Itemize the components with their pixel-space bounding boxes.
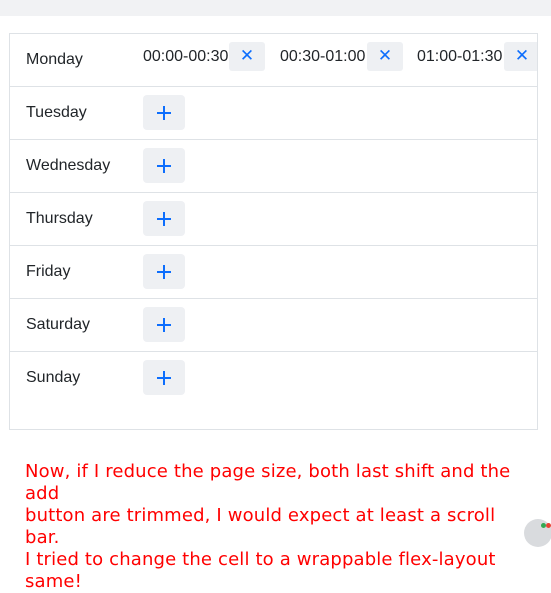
note-line: Now, if I reduce the page size, both las… xyxy=(25,461,511,504)
annotation-note: Now, if I reduce the page size, both las… xyxy=(25,461,535,593)
day-label: Tuesday xyxy=(26,104,87,121)
close-icon: ✕ xyxy=(377,46,393,66)
add-shift-button[interactable] xyxy=(143,201,185,236)
plus-icon xyxy=(157,264,171,279)
plus-icon xyxy=(157,211,171,226)
schedule-row-sunday: Sunday xyxy=(10,352,537,405)
schedule-row-monday: Monday 00:00-00:30 ✕ 00:30-01:00 ✕ 01:00… xyxy=(10,34,537,87)
note-line: button are trimmed, I would expect at le… xyxy=(25,505,496,548)
plus-icon xyxy=(157,317,171,332)
schedule-row-tuesday: Tuesday xyxy=(10,87,537,140)
day-label: Saturday xyxy=(26,316,91,333)
shift-time: 00:00-00:30 xyxy=(143,48,229,65)
add-shift-button[interactable] xyxy=(143,254,185,289)
top-toolbar-strip xyxy=(0,0,551,16)
remove-shift-button[interactable]: ✕ xyxy=(367,42,403,71)
weekly-schedule-table: Monday 00:00-00:30 ✕ 00:30-01:00 ✕ 01:00… xyxy=(9,33,538,430)
day-label: Wednesday xyxy=(26,157,111,174)
schedule-row-friday: Friday xyxy=(10,246,537,299)
floating-widget-icon[interactable] xyxy=(524,519,551,547)
day-label: Thursday xyxy=(26,210,93,227)
add-shift-button[interactable] xyxy=(143,360,185,395)
plus-icon xyxy=(157,370,171,385)
shift-time: 00:30-01:00 xyxy=(280,48,366,65)
shift-time: 01:00-01:30 xyxy=(417,48,503,65)
add-shift-button[interactable] xyxy=(143,307,185,342)
plus-icon xyxy=(157,158,171,173)
schedule-row-saturday: Saturday xyxy=(10,299,537,352)
add-shift-button[interactable] xyxy=(143,95,185,130)
status-dot xyxy=(546,523,551,528)
plus-icon xyxy=(157,105,171,120)
day-label: Sunday xyxy=(26,369,81,386)
day-label: Monday xyxy=(26,51,83,68)
schedule-row-thursday: Thursday xyxy=(10,193,537,246)
day-label: Friday xyxy=(26,263,71,280)
add-shift-button[interactable] xyxy=(143,148,185,183)
close-icon: ✕ xyxy=(514,46,530,66)
remove-shift-button[interactable]: ✕ xyxy=(504,42,537,71)
schedule-row-wednesday: Wednesday xyxy=(10,140,537,193)
close-icon: ✕ xyxy=(239,46,255,66)
remove-shift-button[interactable]: ✕ xyxy=(229,42,265,71)
note-line: I tried to change the cell to a wrappabl… xyxy=(25,549,496,592)
